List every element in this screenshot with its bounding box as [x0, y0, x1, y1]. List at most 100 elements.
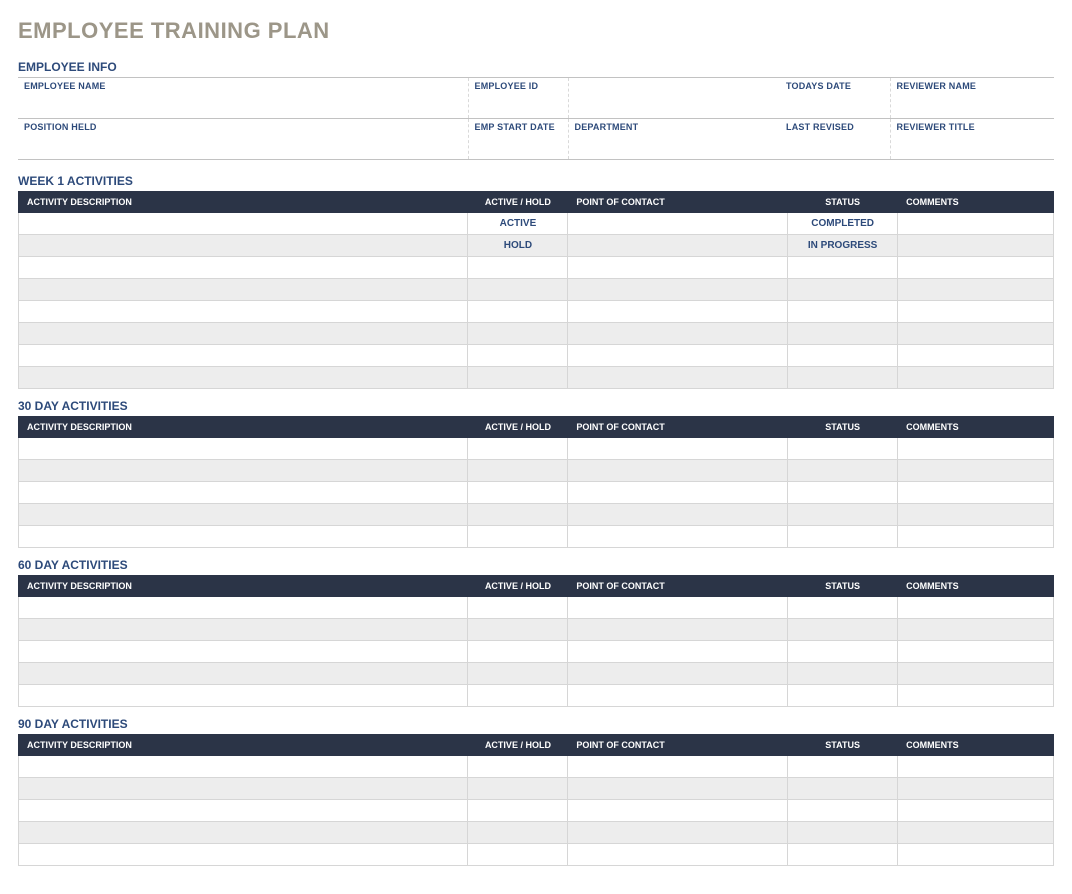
- cell-activity-description[interactable]: [19, 504, 468, 526]
- value-employee-name[interactable]: [18, 92, 468, 118]
- cell-status[interactable]: [788, 822, 898, 844]
- value-department[interactable]: [569, 133, 781, 159]
- cell-activity-description[interactable]: [19, 685, 468, 707]
- cell-status[interactable]: IN PROGRESS: [788, 235, 898, 257]
- cell-comments[interactable]: [898, 504, 1054, 526]
- cell-point-of-contact[interactable]: [568, 756, 788, 778]
- value-position-held[interactable]: [18, 133, 468, 159]
- value-employee-id[interactable]: [469, 92, 568, 118]
- cell-comments[interactable]: [898, 800, 1054, 822]
- cell-active-hold[interactable]: ACTIVE: [468, 213, 568, 235]
- cell-comments[interactable]: [898, 213, 1054, 235]
- cell-comments[interactable]: [898, 597, 1054, 619]
- cell-active-hold[interactable]: [468, 460, 568, 482]
- cell-point-of-contact[interactable]: [568, 822, 788, 844]
- cell-activity-description[interactable]: [19, 778, 468, 800]
- cell-comments[interactable]: [898, 822, 1054, 844]
- cell-point-of-contact[interactable]: [568, 438, 788, 460]
- cell-status[interactable]: [788, 279, 898, 301]
- cell-point-of-contact[interactable]: [568, 301, 788, 323]
- cell-point-of-contact[interactable]: [568, 663, 788, 685]
- cell-comments[interactable]: [898, 460, 1054, 482]
- cell-active-hold[interactable]: [468, 844, 568, 866]
- cell-comments[interactable]: [898, 482, 1054, 504]
- cell-active-hold[interactable]: HOLD: [468, 235, 568, 257]
- cell-status[interactable]: [788, 301, 898, 323]
- cell-point-of-contact[interactable]: [568, 641, 788, 663]
- cell-active-hold[interactable]: [468, 756, 568, 778]
- cell-activity-description[interactable]: [19, 460, 468, 482]
- cell-comments[interactable]: [898, 844, 1054, 866]
- cell-activity-description[interactable]: [19, 438, 468, 460]
- cell-point-of-contact[interactable]: [568, 685, 788, 707]
- cell-status[interactable]: [788, 756, 898, 778]
- cell-status[interactable]: [788, 504, 898, 526]
- cell-status[interactable]: [788, 323, 898, 345]
- cell-active-hold[interactable]: [468, 597, 568, 619]
- cell-comments[interactable]: [898, 367, 1054, 389]
- cell-active-hold[interactable]: [468, 800, 568, 822]
- cell-activity-description[interactable]: [19, 367, 468, 389]
- cell-activity-description[interactable]: [19, 279, 468, 301]
- cell-activity-description[interactable]: [19, 822, 468, 844]
- cell-point-of-contact[interactable]: [568, 482, 788, 504]
- cell-comments[interactable]: [898, 526, 1054, 548]
- cell-activity-description[interactable]: [19, 663, 468, 685]
- cell-status[interactable]: [788, 367, 898, 389]
- cell-point-of-contact[interactable]: [568, 460, 788, 482]
- value-reviewer-title[interactable]: [891, 133, 1055, 159]
- cell-status[interactable]: [788, 663, 898, 685]
- cell-point-of-contact[interactable]: [568, 279, 788, 301]
- cell-active-hold[interactable]: [468, 663, 568, 685]
- cell-active-hold[interactable]: [468, 257, 568, 279]
- cell-point-of-contact[interactable]: [568, 778, 788, 800]
- cell-activity-description[interactable]: [19, 235, 468, 257]
- cell-comments[interactable]: [898, 756, 1054, 778]
- cell-status[interactable]: [788, 619, 898, 641]
- cell-active-hold[interactable]: [468, 323, 568, 345]
- cell-activity-description[interactable]: [19, 482, 468, 504]
- cell-status[interactable]: [788, 438, 898, 460]
- cell-comments[interactable]: [898, 685, 1054, 707]
- cell-active-hold[interactable]: [468, 822, 568, 844]
- cell-point-of-contact[interactable]: [568, 526, 788, 548]
- cell-point-of-contact[interactable]: [568, 345, 788, 367]
- cell-activity-description[interactable]: [19, 756, 468, 778]
- cell-activity-description[interactable]: [19, 641, 468, 663]
- cell-comments[interactable]: [898, 438, 1054, 460]
- value-reviewer-name[interactable]: [891, 92, 1055, 118]
- cell-point-of-contact[interactable]: [568, 235, 788, 257]
- cell-active-hold[interactable]: [468, 778, 568, 800]
- cell-activity-description[interactable]: [19, 619, 468, 641]
- cell-active-hold[interactable]: [468, 367, 568, 389]
- cell-point-of-contact[interactable]: [568, 213, 788, 235]
- cell-comments[interactable]: [898, 323, 1054, 345]
- cell-comments[interactable]: [898, 663, 1054, 685]
- cell-active-hold[interactable]: [468, 685, 568, 707]
- cell-point-of-contact[interactable]: [568, 844, 788, 866]
- cell-comments[interactable]: [898, 235, 1054, 257]
- cell-activity-description[interactable]: [19, 257, 468, 279]
- cell-active-hold[interactable]: [468, 345, 568, 367]
- cell-comments[interactable]: [898, 301, 1054, 323]
- cell-activity-description[interactable]: [19, 213, 468, 235]
- cell-status[interactable]: [788, 345, 898, 367]
- cell-status[interactable]: [788, 526, 898, 548]
- cell-activity-description[interactable]: [19, 844, 468, 866]
- cell-comments[interactable]: [898, 619, 1054, 641]
- cell-active-hold[interactable]: [468, 482, 568, 504]
- cell-status[interactable]: [788, 685, 898, 707]
- cell-active-hold[interactable]: [468, 641, 568, 663]
- cell-status[interactable]: [788, 597, 898, 619]
- cell-point-of-contact[interactable]: [568, 257, 788, 279]
- cell-status[interactable]: [788, 460, 898, 482]
- cell-active-hold[interactable]: [468, 438, 568, 460]
- cell-status[interactable]: [788, 800, 898, 822]
- cell-active-hold[interactable]: [468, 619, 568, 641]
- value-emp-start-date[interactable]: [469, 133, 568, 159]
- cell-active-hold[interactable]: [468, 526, 568, 548]
- cell-status[interactable]: [788, 641, 898, 663]
- cell-status[interactable]: COMPLETED: [788, 213, 898, 235]
- cell-point-of-contact[interactable]: [568, 367, 788, 389]
- cell-activity-description[interactable]: [19, 323, 468, 345]
